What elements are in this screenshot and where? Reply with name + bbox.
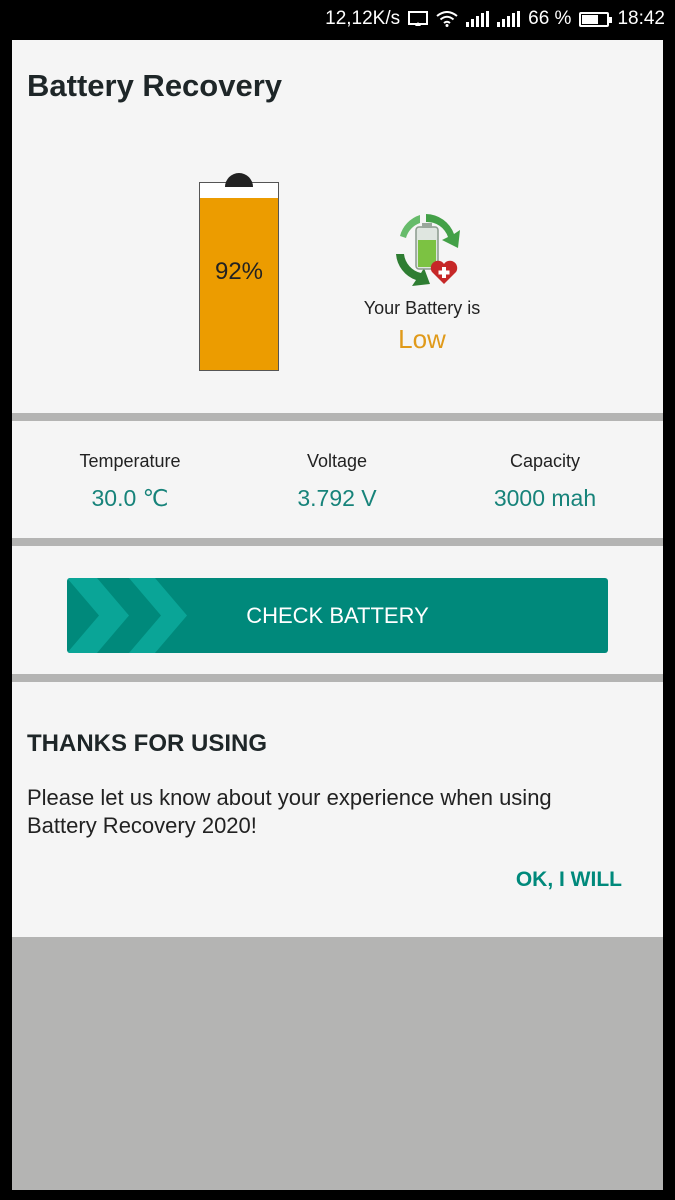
- capacity-stat: Capacity 3000 mah: [445, 451, 645, 512]
- ok-i-will-button[interactable]: OK, I WILL: [516, 868, 622, 892]
- network-speed: 12,12K/s: [325, 8, 401, 29]
- wifi-icon: [436, 11, 458, 27]
- voltage-stat: Voltage 3.792 V: [237, 451, 437, 512]
- check-battery-button[interactable]: CHECK BATTERY: [67, 578, 608, 653]
- clock: 18:42: [617, 8, 665, 29]
- check-battery-label: CHECK BATTERY: [246, 602, 429, 628]
- battery-cap: [225, 173, 253, 187]
- temperature-stat: Temperature 30.0 ℃: [30, 451, 230, 512]
- divider: [12, 413, 663, 421]
- voltage-value: 3.792 V: [297, 485, 377, 511]
- divider: [12, 674, 663, 682]
- battery-percent-label: 92%: [214, 258, 264, 285]
- signal-icon: [497, 11, 521, 27]
- temperature-label: Temperature: [79, 451, 181, 471]
- voltage-label: Voltage: [306, 451, 368, 471]
- battery-card: Battery Recovery 92% Your Battery is Low: [12, 40, 663, 413]
- thanks-title: THANKS FOR USING: [27, 730, 267, 757]
- status-bar: 12,12K/s 66 % 18:42: [0, 0, 675, 38]
- battery-gauge: 92%: [199, 173, 279, 371]
- battery-icon: [579, 11, 613, 27]
- battery-status-value: Low: [398, 324, 446, 354]
- capacity-label: Capacity: [509, 451, 581, 471]
- app-frame: Battery Recovery 92% Your Battery is Low: [12, 40, 663, 1190]
- capacity-value: 3000 mah: [493, 485, 597, 511]
- temperature-value: 30.0 ℃: [91, 485, 169, 511]
- stats-card: Temperature 30.0 ℃ Voltage 3.792 V Capac…: [12, 421, 663, 538]
- thanks-message: Please let us know about your experience…: [27, 785, 552, 838]
- divider: [12, 538, 663, 546]
- battery-percent: 66 %: [528, 8, 572, 29]
- battery-status-label: Your Battery is: [363, 298, 481, 318]
- action-card: CHECK BATTERY: [12, 546, 663, 674]
- signal-icon: [466, 11, 490, 27]
- thanks-card: THANKS FOR USING Please let us know abou…: [12, 682, 663, 937]
- battery-recycle-heart-icon: [386, 210, 466, 290]
- cast-icon: [408, 11, 429, 27]
- page-title: Battery Recovery: [27, 68, 283, 103]
